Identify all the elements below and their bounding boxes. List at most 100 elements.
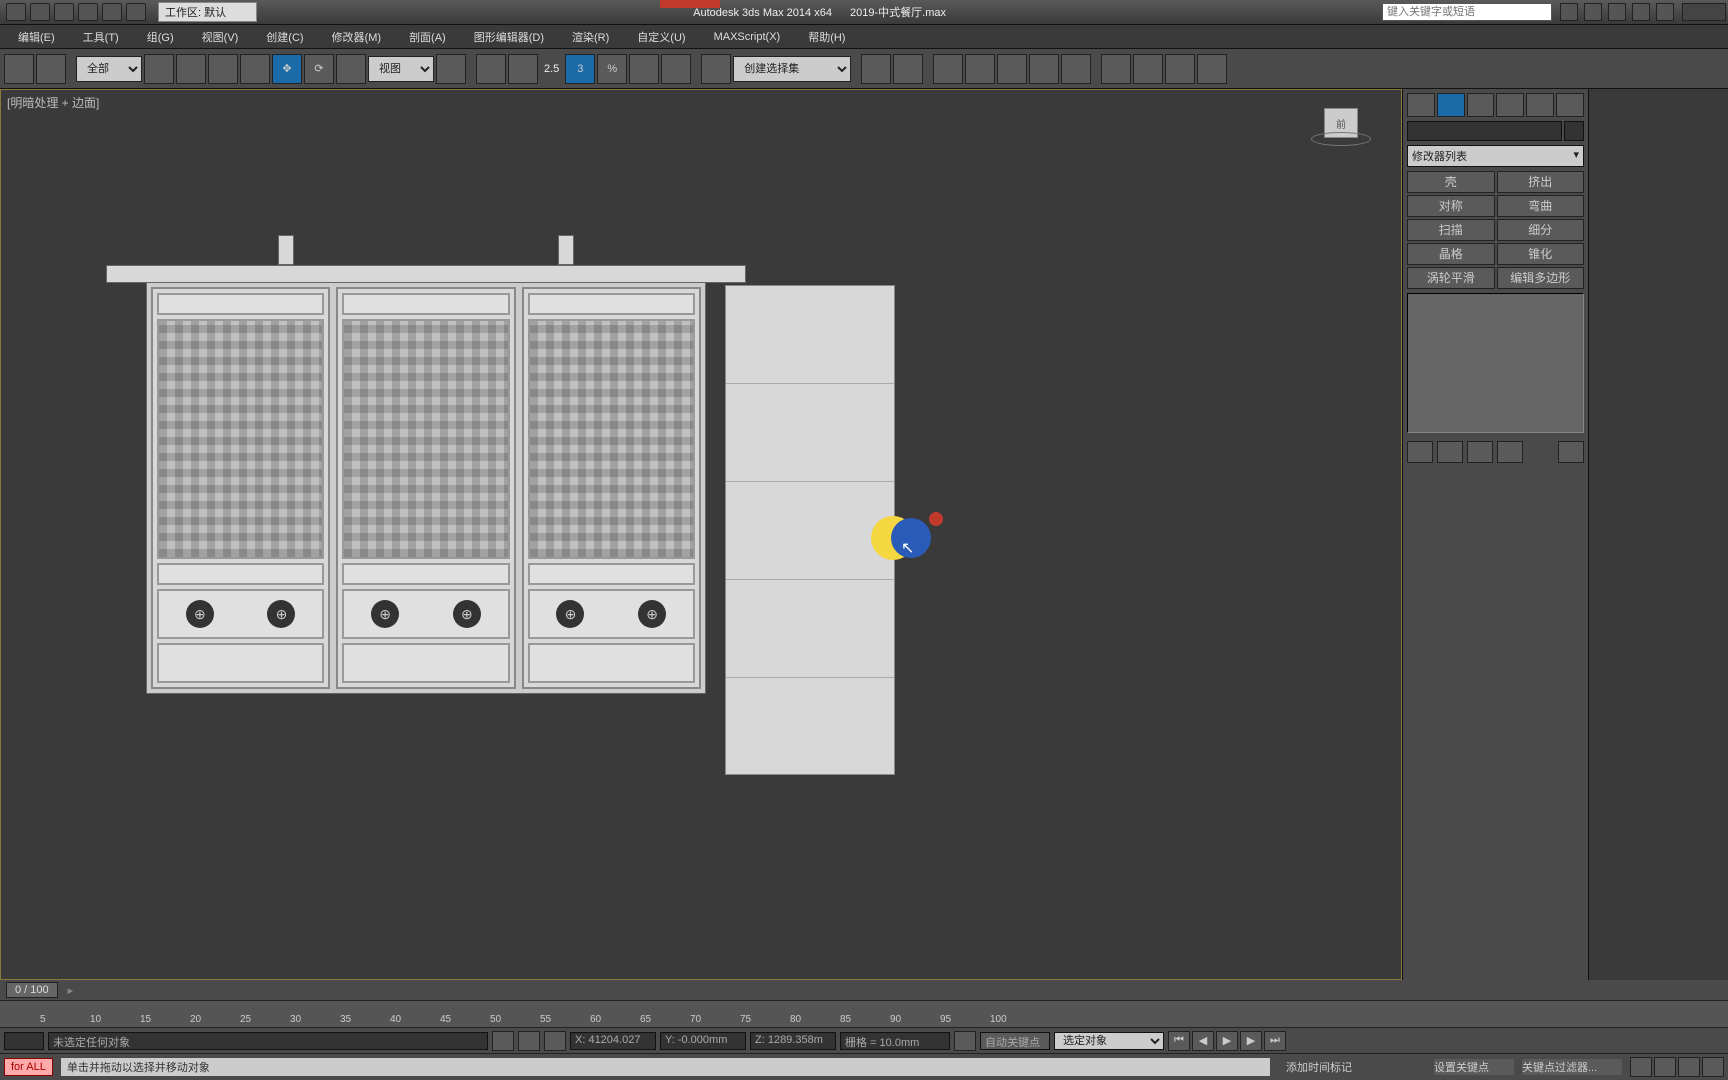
keyboard-shortcut-button[interactable] bbox=[508, 54, 538, 84]
menu-edit[interactable]: 编辑(E) bbox=[4, 26, 69, 48]
model-side-slab[interactable] bbox=[725, 285, 895, 775]
modifier-turbosmooth-button[interactable]: 涡轮平滑 bbox=[1407, 267, 1495, 289]
x-coord-field[interactable]: X: 41204.027 bbox=[570, 1032, 656, 1050]
object-color-swatch[interactable] bbox=[1564, 121, 1584, 141]
angle-snap-button[interactable]: % bbox=[597, 54, 627, 84]
modifier-sweep-button[interactable]: 扫描 bbox=[1407, 219, 1495, 241]
menu-group[interactable]: 组(G) bbox=[133, 26, 188, 48]
select-scale-button[interactable] bbox=[336, 54, 366, 84]
modifier-list-dropdown[interactable]: 修改器列表▾ bbox=[1407, 145, 1584, 167]
redo-button[interactable] bbox=[78, 3, 98, 21]
display-tab[interactable] bbox=[1526, 93, 1554, 117]
nav-orbit-button[interactable] bbox=[1654, 1057, 1676, 1077]
select-by-name-button[interactable] bbox=[176, 54, 206, 84]
remove-modifier-button[interactable] bbox=[1497, 441, 1523, 463]
graphite-toggle-button[interactable] bbox=[965, 54, 995, 84]
make-unique-button[interactable] bbox=[1467, 441, 1493, 463]
configure-sets-button[interactable] bbox=[1558, 441, 1584, 463]
modifier-taper-button[interactable]: 锥化 bbox=[1497, 243, 1585, 265]
schematic-view-button[interactable] bbox=[1029, 54, 1059, 84]
named-selection-dropdown[interactable]: 创建选择集 bbox=[733, 56, 851, 82]
save-button[interactable] bbox=[30, 3, 50, 21]
exchange-button[interactable] bbox=[1608, 3, 1626, 21]
z-coord-field[interactable]: Z: 1289.358m bbox=[750, 1032, 836, 1050]
unlink-button[interactable] bbox=[36, 54, 66, 84]
modifier-shell-button[interactable]: 壳 bbox=[1407, 171, 1495, 193]
absolute-mode-button[interactable] bbox=[518, 1031, 540, 1051]
edit-named-sel-button[interactable] bbox=[701, 54, 731, 84]
viewcube[interactable]: 前 bbox=[1311, 108, 1371, 158]
script-listener-mini[interactable] bbox=[4, 1032, 44, 1050]
snap-toggle-button[interactable]: 3 bbox=[565, 54, 595, 84]
menu-animation[interactable]: 剖面(A) bbox=[395, 26, 460, 48]
select-rotate-button[interactable]: ⟳ bbox=[304, 54, 334, 84]
utilities-tab[interactable] bbox=[1556, 93, 1584, 117]
timeline-ruler[interactable]: 5101520253035404550556065707580859095100 bbox=[0, 1000, 1728, 1028]
autokey-button[interactable]: 自动关键点 bbox=[980, 1032, 1050, 1050]
search-icon[interactable] bbox=[1560, 3, 1578, 21]
menu-views[interactable]: 视图(V) bbox=[188, 26, 253, 48]
modifier-lattice-button[interactable]: 晶格 bbox=[1407, 243, 1495, 265]
show-end-result-button[interactable] bbox=[1437, 441, 1463, 463]
align-button[interactable] bbox=[893, 54, 923, 84]
transform-type-button[interactable] bbox=[544, 1031, 566, 1051]
motion-tab[interactable] bbox=[1496, 93, 1524, 117]
add-time-tag[interactable]: 添加时间标记 bbox=[1286, 1059, 1426, 1075]
time-slider-handle[interactable]: 0 / 100 bbox=[6, 982, 58, 998]
modify-tab[interactable] bbox=[1437, 93, 1465, 117]
keyfilters-button[interactable]: 关键点过滤器... bbox=[1522, 1059, 1622, 1075]
play-button[interactable]: ▶ bbox=[1216, 1031, 1238, 1051]
qat-more-button[interactable] bbox=[126, 3, 146, 21]
link-button[interactable] bbox=[102, 3, 122, 21]
render-setup-button[interactable] bbox=[1101, 54, 1131, 84]
rendered-frame-button[interactable] bbox=[1133, 54, 1163, 84]
selection-filter-dropdown[interactable]: 全部 bbox=[76, 56, 142, 82]
workspace-selector[interactable]: 工作区: 默认 bbox=[158, 2, 257, 22]
modifier-bend-button[interactable]: 弯曲 bbox=[1497, 195, 1585, 217]
modifier-editpoly-button[interactable]: 编辑多边形 bbox=[1497, 267, 1585, 289]
goto-end-button[interactable]: ⏭ bbox=[1264, 1031, 1286, 1051]
goto-start-button[interactable]: ⏮ bbox=[1168, 1031, 1190, 1051]
minimize-button[interactable] bbox=[1682, 3, 1726, 21]
favorites-icon[interactable] bbox=[1632, 3, 1650, 21]
prev-frame-button[interactable]: ◀ bbox=[1192, 1031, 1214, 1051]
next-frame-button[interactable]: ▶ bbox=[1240, 1031, 1262, 1051]
menu-rendering[interactable]: 渲染(R) bbox=[558, 26, 623, 48]
model-door-assembly[interactable]: ⊕⊕ ⊕⊕ ⊕⊕ bbox=[106, 235, 746, 694]
nav-fov-button[interactable] bbox=[1702, 1057, 1724, 1077]
select-object-button[interactable] bbox=[144, 54, 174, 84]
key-filters-dropdown[interactable]: 选定对象 bbox=[1054, 1032, 1164, 1050]
render-iterative-button[interactable] bbox=[1197, 54, 1227, 84]
mirror-button[interactable] bbox=[861, 54, 891, 84]
create-tab[interactable] bbox=[1407, 93, 1435, 117]
maxscript-mini[interactable]: for ALL bbox=[4, 1058, 53, 1076]
spinner-snap-button[interactable] bbox=[661, 54, 691, 84]
select-manipulate-button[interactable] bbox=[476, 54, 506, 84]
menu-help[interactable]: 帮助(H) bbox=[794, 26, 859, 48]
viewcube-compass[interactable] bbox=[1311, 132, 1371, 146]
menu-create[interactable]: 创建(C) bbox=[252, 26, 317, 48]
layer-manager-button[interactable] bbox=[933, 54, 963, 84]
render-production-button[interactable] bbox=[1165, 54, 1195, 84]
y-coord-field[interactable]: Y: -0.000mm bbox=[660, 1032, 746, 1050]
percent-snap-button[interactable] bbox=[629, 54, 659, 84]
modifier-extrude-button[interactable]: 挤出 bbox=[1497, 171, 1585, 193]
time-slider[interactable]: 0 / 100 ▸ bbox=[0, 980, 1728, 1000]
viewport-label[interactable]: [明暗处理 + 边面] bbox=[7, 94, 99, 111]
select-move-button[interactable]: ✥ bbox=[272, 54, 302, 84]
modifier-subdivide-button[interactable]: 细分 bbox=[1497, 219, 1585, 241]
ref-coord-dropdown[interactable]: 视图 bbox=[368, 56, 434, 82]
signin-button[interactable] bbox=[1584, 3, 1602, 21]
menu-customize[interactable]: 自定义(U) bbox=[623, 26, 699, 48]
setkey-button[interactable]: 设置关键点 bbox=[1434, 1059, 1514, 1075]
select-region-button[interactable] bbox=[208, 54, 238, 84]
object-name-input[interactable] bbox=[1407, 121, 1562, 141]
menu-modifiers[interactable]: 修改器(M) bbox=[318, 26, 396, 48]
selection-lock-button[interactable] bbox=[492, 1031, 514, 1051]
material-editor-button[interactable] bbox=[1061, 54, 1091, 84]
menu-tools[interactable]: 工具(T) bbox=[69, 26, 133, 48]
menu-maxscript[interactable]: MAXScript(X) bbox=[700, 28, 795, 46]
isolate-button[interactable] bbox=[954, 1031, 976, 1051]
undo-button[interactable] bbox=[54, 3, 74, 21]
modifier-symmetry-button[interactable]: 对称 bbox=[1407, 195, 1495, 217]
